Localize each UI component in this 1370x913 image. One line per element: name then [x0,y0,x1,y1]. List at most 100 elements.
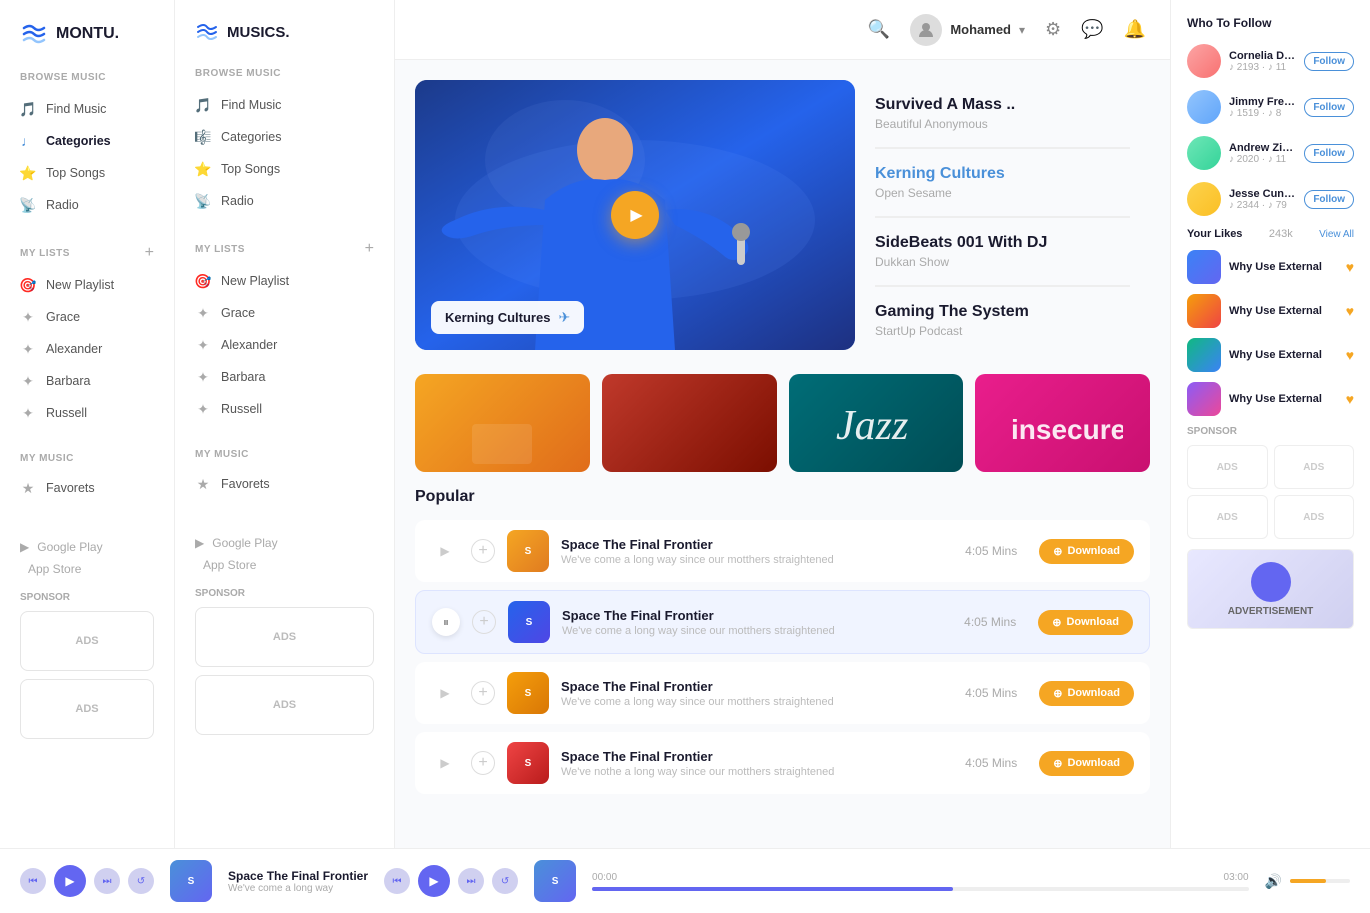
follow-button-4[interactable]: Follow [1304,190,1354,209]
play-button-3[interactable]: ▶ [431,679,459,707]
play-button-4[interactable]: ▶ [431,749,459,777]
playlist-russell[interactable]: ✦ Russell [0,397,174,429]
download-button-1[interactable]: ⊕ Download [1039,539,1134,564]
second-playlist-russell[interactable]: ✦ Russell [175,393,394,425]
thumb-4[interactable]: insecure [975,374,1150,472]
right-sidebar: Who To Follow Cornelia Davis ♪ 2193 · ♪ … [1170,0,1370,913]
ads-box-2[interactable]: ADS [20,679,154,739]
like-name-4: Why Use External [1229,393,1338,405]
track-sidebeats[interactable]: SideBeats 001 With DJ Dukkan Show [875,218,1130,286]
follow-button-1[interactable]: Follow [1304,52,1354,71]
player-forward-button[interactable]: ⏭ [94,868,120,894]
track-duration-2: 4:05 Mins [964,615,1016,629]
app-store-link[interactable]: App Store [20,562,154,576]
view-all-button[interactable]: View All [1319,229,1354,240]
follow-avatar-4 [1187,182,1221,216]
download-button-2[interactable]: ⊕ Download [1038,610,1133,635]
player-shuffle-button-2[interactable]: ↺ [492,868,518,894]
download-button-4[interactable]: ⊕ Download [1039,751,1134,776]
second-playlist-new[interactable]: 🎯 New Playlist [175,265,394,297]
second-playlist-barbara[interactable]: ✦ Barbara [175,361,394,393]
favorets-item[interactable]: ★ Favorets [0,472,174,504]
play-button-1[interactable]: ▶ [431,537,459,565]
add-button-2[interactable]: + [472,610,496,634]
playlist-barbara[interactable]: ✦ Barbara [0,365,174,397]
second-playlist-grace[interactable]: ✦ Grace [175,297,394,329]
follow-button-3[interactable]: Follow [1304,144,1354,163]
second-top-songs[interactable]: ⭐ Top Songs [175,153,394,185]
settings-icon[interactable]: ⚙ [1045,19,1061,40]
player-play-button-2[interactable]: ▶ [418,865,450,897]
playlist-grace[interactable]: ✦ Grace [0,301,174,333]
advertisement-banner[interactable]: ADVERTISEMENT [1187,549,1354,629]
thumb-2[interactable] [602,374,777,472]
thumb-1[interactable] [415,374,590,472]
ads-box-1[interactable]: ADS [20,611,154,671]
track-survived[interactable]: Survived A Mass .. Beautiful Anonymous [875,80,1130,148]
google-play-link[interactable]: ▶ Google Play [20,540,154,554]
follow-stats-1: ♪ 2193 · ♪ 11 [1229,62,1296,73]
playlist-new[interactable]: 🎯 New Playlist [0,269,174,301]
player-rewind-button-2[interactable]: ⏮ [384,868,410,894]
search-icon[interactable]: 🔍 [868,19,890,40]
playlist-alexander[interactable]: ✦ Alexander [0,333,174,365]
player-rewind-button[interactable]: ⏮ [20,868,46,894]
notifications-icon[interactable]: 🔔 [1124,19,1146,40]
player-forward-button-2[interactable]: ⏭ [458,868,484,894]
add-button-4[interactable]: + [471,751,495,775]
bottom-player: ⏮ ▶ ⏭ ↺ S Space The Final Frontier We've… [0,848,1370,913]
sidebar-item-radio[interactable]: 📡 Radio [0,189,174,221]
hero-play-button[interactable]: ▶ [611,191,659,239]
sponsor-ad-2[interactable]: ADS [1274,445,1355,489]
star-icon: ✦ [20,309,36,325]
second-ads-box-1[interactable]: ADS [195,607,374,667]
google-play-icon: ▶ [20,540,29,554]
second-app-store[interactable]: App Store [195,558,374,572]
like-item-4: Why Use External ♥ [1187,382,1354,416]
thumb-3[interactable]: Jazz [789,374,964,472]
sponsor-ad-3[interactable]: ADS [1187,495,1268,539]
volume-bar[interactable] [1290,879,1350,883]
sidebar-item-top-songs[interactable]: ⭐ Top Songs [0,157,174,189]
volume-icon[interactable]: 🔊 [1265,873,1282,890]
track-gaming[interactable]: Gaming The System StartUp Podcast [875,287,1130,354]
second-add-list-button[interactable]: + [365,241,374,257]
hero-tracks: Survived A Mass .. Beautiful Anonymous K… [855,80,1150,354]
download-button-3[interactable]: ⊕ Download [1039,681,1134,706]
player-play-button[interactable]: ▶ [54,865,86,897]
second-categories[interactable]: 🎼 Categories [175,121,394,153]
pause-button-2[interactable]: ⏸ [432,608,460,636]
sponsor-ad-4[interactable]: ADS [1274,495,1355,539]
sidebar-item-find-music[interactable]: 🎵 Find Music [0,93,174,125]
track-kerning[interactable]: Kerning Cultures Open Sesame [875,149,1130,217]
player-controls-left: ⏮ ▶ ⏭ ↺ [20,865,154,897]
second-radio-icon: 📡 [195,193,211,209]
sponsor-ad-1[interactable]: ADS [1187,445,1268,489]
second-radio[interactable]: 📡 Radio [175,185,394,217]
like-info-4: Why Use External [1229,393,1338,405]
advertisement-label: ADVERTISEMENT [1228,606,1314,617]
player-progress-bar[interactable] [592,887,1249,891]
sidebar-item-categories[interactable]: ♩ Categories [0,125,174,157]
follow-avatar-3 [1187,136,1221,170]
second-ads-box-2[interactable]: ADS [195,675,374,735]
player-track-info: Space The Final Frontier We've come a lo… [228,869,368,894]
add-button-1[interactable]: + [471,539,495,563]
hero-track-label[interactable]: Kerning Cultures ✈ [431,301,584,334]
track-duration-4: 4:05 Mins [965,756,1017,770]
svg-text:insecure: insecure [1011,414,1123,445]
add-list-button[interactable]: + [145,245,154,261]
sponsor-title: Sponsor [20,592,154,603]
follow-item-1: Cornelia Davis ♪ 2193 · ♪ 11 Follow [1187,44,1354,78]
second-find-music[interactable]: 🎵 Find Music [175,89,394,121]
player-shuffle-button[interactable]: ↺ [128,868,154,894]
user-menu[interactable]: Mohamed ▾ [910,14,1025,46]
second-favorets[interactable]: ★ Favorets [175,468,394,500]
track-row-active: ⏸ + S Space The Final Frontier We've com… [415,590,1150,654]
follow-info-3: Andrew Zimmerman ♪ 2020 · ♪ 11 [1229,142,1296,165]
second-google-play[interactable]: ▶ Google Play [195,536,374,550]
add-button-3[interactable]: + [471,681,495,705]
follow-button-2[interactable]: Follow [1304,98,1354,117]
messages-icon[interactable]: 💬 [1081,19,1103,40]
second-playlist-alexander[interactable]: ✦ Alexander [175,329,394,361]
